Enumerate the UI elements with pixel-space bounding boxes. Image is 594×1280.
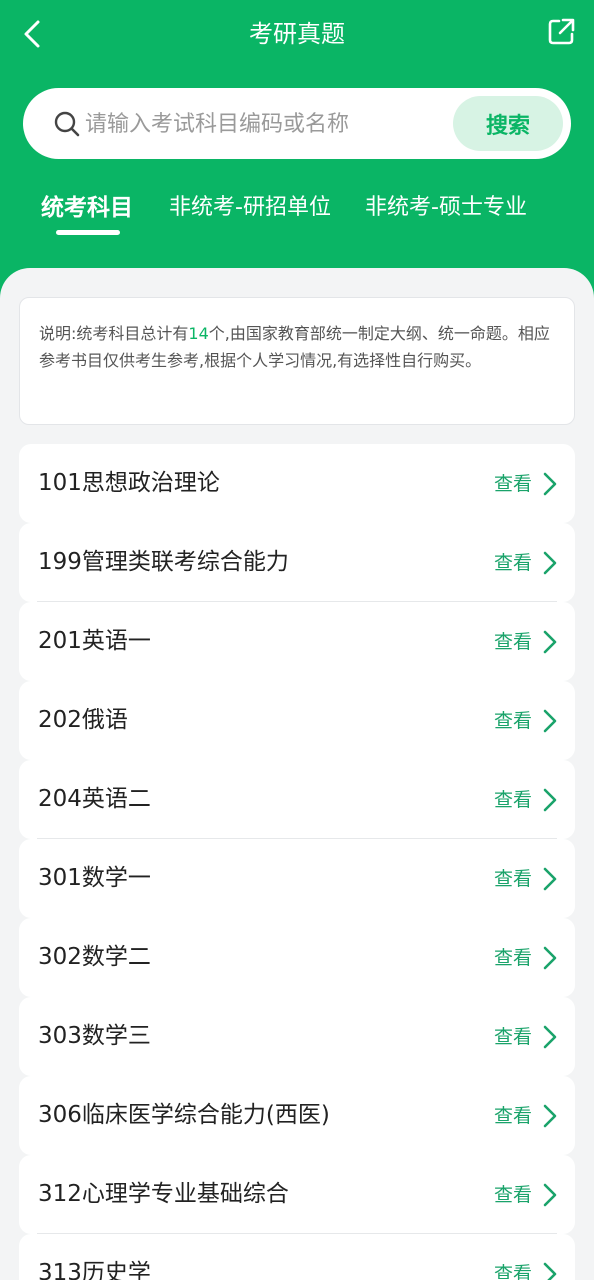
view-link[interactable]: 查看 — [494, 707, 532, 735]
subject-label: 202俄语 — [38, 707, 128, 733]
subject-row[interactable]: 204英语二 查看 — [19, 760, 575, 839]
notice-card: 说明:统考科目总计有14个,由国家教育部统一制定大纲、统一命题。相应参考书目仅供… — [19, 297, 575, 425]
subject-label: 201英语一 — [38, 628, 151, 654]
view-link[interactable]: 查看 — [494, 628, 532, 656]
tab-non-unified-units[interactable]: 非统考-研招单位 — [169, 190, 331, 226]
search-bar: 搜索 — [23, 88, 571, 159]
header: 考研真题 搜索 统考科目 非统考-研招单位 非统考-硕士专业 — [0, 0, 594, 300]
view-link[interactable]: 查看 — [494, 1102, 532, 1130]
chevron-right-icon — [543, 1183, 557, 1207]
chevron-right-icon — [543, 1025, 557, 1049]
view-link[interactable]: 查看 — [494, 786, 532, 814]
view-link[interactable]: 查看 — [494, 549, 532, 577]
subject-row[interactable]: 101思想政治理论 查看 — [19, 444, 575, 523]
tab-unified-subjects[interactable]: 统考科目 — [41, 190, 133, 226]
view-link[interactable]: 查看 — [494, 865, 532, 893]
active-tab-indicator — [56, 230, 120, 235]
subject-row[interactable]: 312心理学专业基础综合 查看 — [19, 1155, 575, 1234]
subject-label: 313历史学 — [38, 1260, 151, 1280]
subject-label: 306临床医学综合能力(西医) — [38, 1102, 330, 1128]
notice-count: 14 — [188, 324, 209, 343]
page-title: 考研真题 — [249, 20, 345, 48]
view-link[interactable]: 查看 — [494, 1260, 532, 1280]
subject-row[interactable]: 199管理类联考综合能力 查看 — [19, 523, 575, 602]
notice-prefix: 说明:统考科目总计有 — [39, 324, 189, 343]
chevron-right-icon — [543, 630, 557, 654]
subject-row[interactable]: 201英语一 查看 — [19, 602, 575, 681]
chevron-right-icon — [543, 551, 557, 575]
share-external-icon[interactable] — [546, 17, 576, 47]
subject-row[interactable]: 313历史学 查看 — [19, 1234, 575, 1280]
tab-non-unified-majors[interactable]: 非统考-硕士专业 — [365, 190, 527, 226]
subject-list: 101思想政治理论 查看 199管理类联考综合能力 查看 201英语一 查看 2… — [19, 444, 575, 1280]
subject-row[interactable]: 202俄语 查看 — [19, 681, 575, 760]
tab-bar: 统考科目 非统考-研招单位 非统考-硕士专业 — [0, 190, 594, 240]
subject-label: 204英语二 — [38, 786, 151, 812]
top-bar: 考研真题 — [0, 0, 594, 68]
subject-label: 312心理学专业基础综合 — [38, 1181, 289, 1207]
subject-row[interactable]: 303数学三 查看 — [19, 997, 575, 1076]
subject-label: 101思想政治理论 — [38, 470, 220, 496]
search-button[interactable]: 搜索 — [453, 96, 563, 151]
chevron-right-icon — [543, 709, 557, 733]
subject-label: 199管理类联考综合能力 — [38, 549, 289, 575]
subject-row[interactable]: 302数学二 查看 — [19, 918, 575, 997]
subject-row[interactable]: 301数学一 查看 — [19, 839, 575, 918]
search-input[interactable] — [85, 106, 445, 142]
chevron-right-icon — [543, 472, 557, 496]
search-icon — [54, 111, 80, 137]
view-link[interactable]: 查看 — [494, 1023, 532, 1051]
view-link[interactable]: 查看 — [494, 1181, 532, 1209]
subject-label: 301数学一 — [38, 865, 151, 891]
chevron-right-icon — [543, 946, 557, 970]
view-link[interactable]: 查看 — [494, 944, 532, 972]
chevron-right-icon — [543, 1262, 557, 1280]
subject-label: 303数学三 — [38, 1023, 151, 1049]
chevron-right-icon — [543, 1104, 557, 1128]
chevron-right-icon — [543, 788, 557, 812]
chevron-right-icon — [543, 867, 557, 891]
subject-label: 302数学二 — [38, 944, 151, 970]
view-link[interactable]: 查看 — [494, 470, 532, 498]
subject-row[interactable]: 306临床医学综合能力(西医) 查看 — [19, 1076, 575, 1155]
content-panel: 说明:统考科目总计有14个,由国家教育部统一制定大纲、统一命题。相应参考书目仅供… — [0, 268, 594, 1280]
